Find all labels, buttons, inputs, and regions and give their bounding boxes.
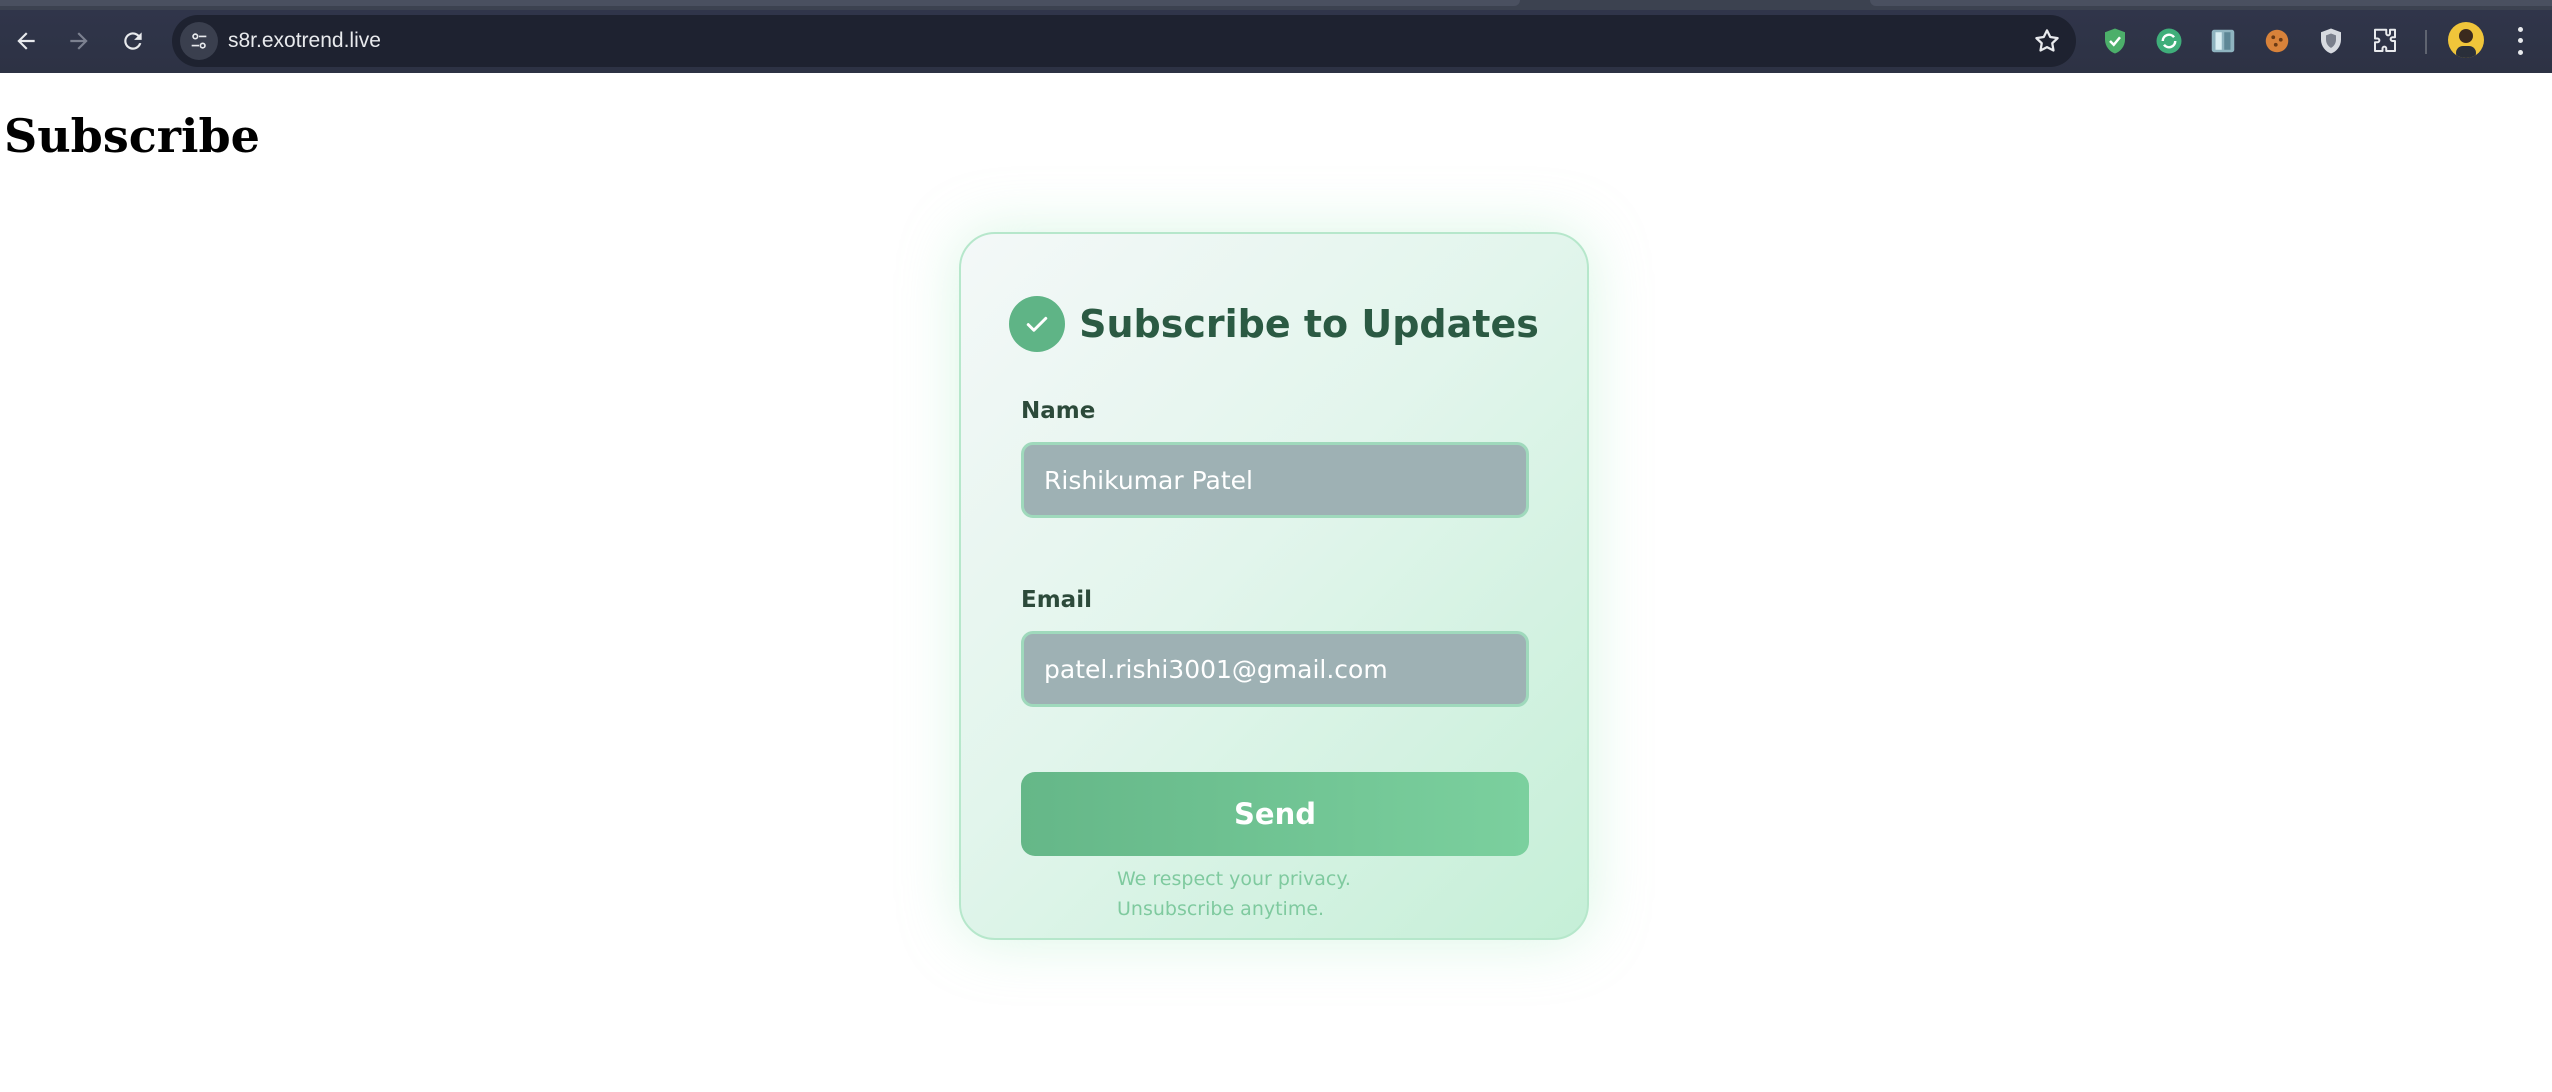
privacy-extension-button[interactable]	[2314, 24, 2348, 58]
extensions-button[interactable]	[2368, 24, 2402, 58]
book-extension-icon	[2211, 29, 2235, 53]
page-title: Subscribe	[4, 109, 260, 163]
puzzle-extensions-icon	[2374, 28, 2396, 52]
toolbar-separator	[2425, 30, 2427, 54]
tab-inactive[interactable]	[0, 0, 1520, 6]
reload-icon	[124, 32, 142, 50]
person-icon	[2456, 29, 2476, 58]
forward-button[interactable]	[58, 20, 100, 62]
url-text[interactable]: s8r.exotrend.live	[228, 29, 381, 53]
tab-strip	[0, 0, 2552, 10]
form-title: Subscribe to Updates	[1079, 302, 1539, 346]
browser-chrome: s8r.exotrend.live	[0, 0, 2552, 73]
browser-toolbar: s8r.exotrend.live	[0, 10, 2552, 73]
address-bar[interactable]: s8r.exotrend.live	[172, 15, 2076, 67]
card-header: Subscribe to Updates	[961, 296, 1587, 352]
checkmark-icon	[1026, 316, 1048, 332]
site-info-icon	[191, 33, 207, 49]
send-button[interactable]: Send	[1021, 772, 1529, 856]
star-icon[interactable]	[2032, 26, 2062, 56]
profile-avatar[interactable]	[2448, 22, 2484, 58]
cookie-extension-icon	[2265, 29, 2289, 53]
back-button[interactable]	[5, 20, 47, 62]
back-arrow-icon	[17, 32, 35, 50]
email-field[interactable]	[1021, 631, 1529, 707]
privacy-note: We respect your privacy. Unsubscribe any…	[1117, 864, 1351, 924]
check-circle-icon	[1009, 296, 1066, 352]
forward-arrow-icon	[70, 32, 88, 50]
shield-extension-button[interactable]	[2098, 24, 2132, 58]
book-extension-button[interactable]	[2206, 24, 2240, 58]
unsubscribe-line: Unsubscribe anytime.	[1117, 898, 1325, 920]
sync-extension-button[interactable]	[2152, 24, 2186, 58]
privacy-line: We respect your privacy.	[1117, 868, 1351, 890]
subscribe-card: Subscribe to Updates Name Email Send We …	[959, 232, 1589, 940]
sync-extension-icon	[2156, 28, 2182, 54]
menu-dots-icon[interactable]	[2510, 24, 2530, 58]
name-label: Name	[1021, 398, 1096, 424]
email-label: Email	[1021, 587, 1092, 613]
tab-inactive[interactable]	[1870, 0, 2552, 6]
site-info-button[interactable]	[180, 22, 218, 60]
reload-button[interactable]	[112, 20, 154, 62]
name-field[interactable]	[1021, 442, 1529, 518]
privacy-badger-extension-icon	[2321, 28, 2341, 54]
shield-extension-icon	[2105, 28, 2125, 54]
cookie-extension-button[interactable]	[2260, 24, 2294, 58]
